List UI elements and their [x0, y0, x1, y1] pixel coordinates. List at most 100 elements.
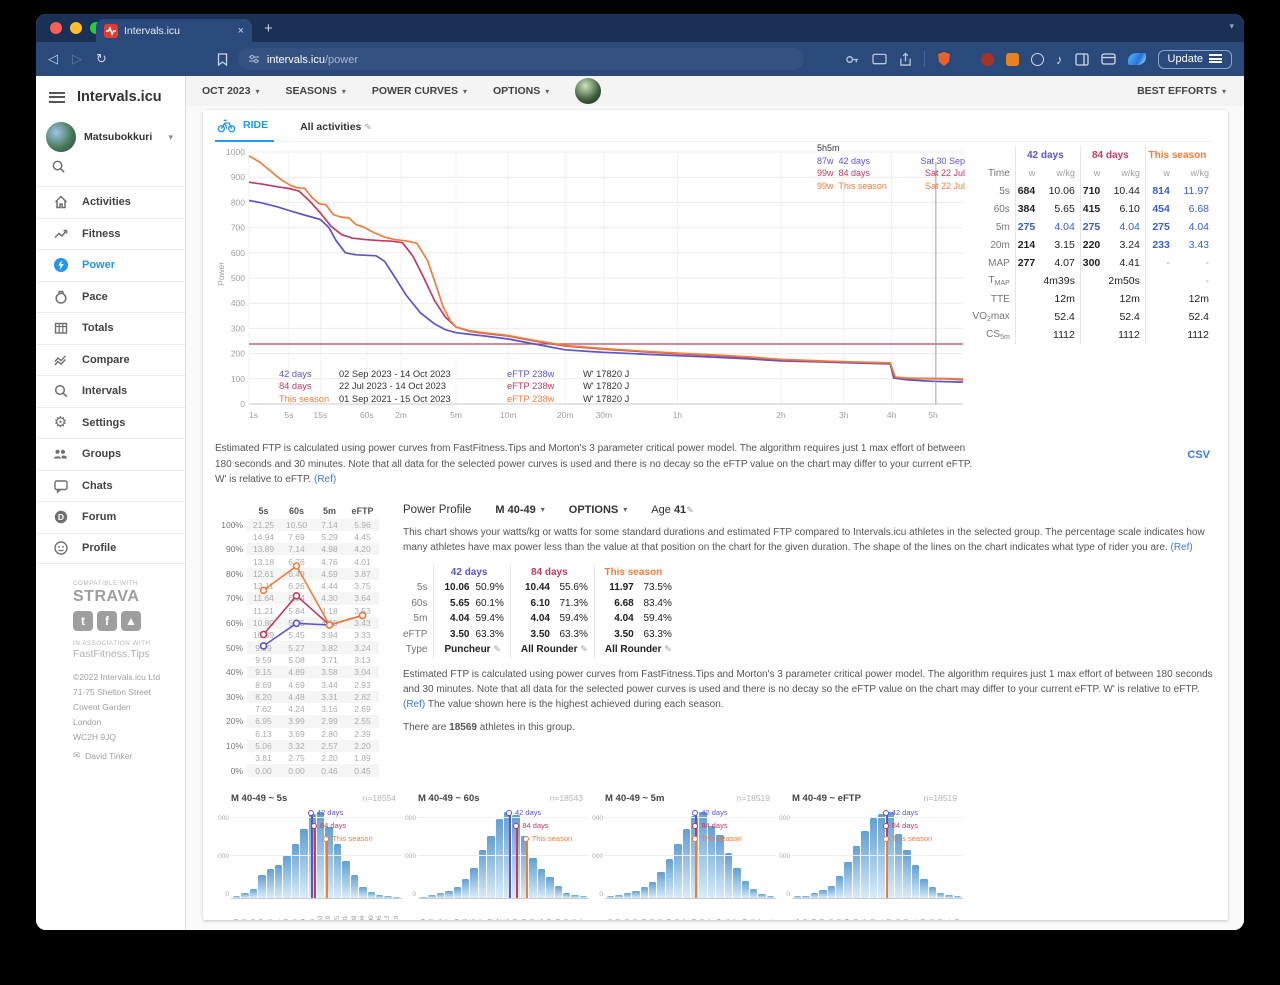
ref-link[interactable]: (Ref): [1171, 542, 1193, 553]
svg-text:20m: 20m: [557, 410, 574, 420]
new-tab-button[interactable]: +: [264, 20, 273, 37]
twitter-icon[interactable]: t: [73, 611, 93, 631]
contact-name[interactable]: David Tinker: [85, 751, 132, 761]
search-icon: [52, 383, 69, 399]
marker-line: [509, 815, 511, 898]
rewards-feather-icon[interactable]: [1128, 53, 1146, 65]
histogram-bar: [912, 865, 919, 898]
address-line: Covent Garden: [73, 700, 179, 715]
browser-titlebar: Intervals.icu × + ▾: [36, 14, 1244, 42]
power-curves-dropdown[interactable]: POWER CURVES▾: [372, 85, 467, 97]
tab-search-caret-icon[interactable]: ▾: [1229, 21, 1234, 32]
password-key-icon[interactable]: [845, 52, 860, 67]
sidebar-item-totals[interactable]: Totals: [36, 312, 185, 344]
extension-ghost-icon[interactable]: [1031, 53, 1044, 66]
sidebar-toggle-icon[interactable]: [1075, 53, 1089, 66]
marker-label: 42 days: [701, 808, 727, 817]
minimize-window-button[interactable]: [70, 22, 82, 34]
sidebar-item-power[interactable]: Power: [36, 249, 185, 281]
rider-type[interactable]: All Rounder ✎: [594, 642, 678, 658]
sidebar-item-compare[interactable]: Compare: [36, 344, 185, 376]
histogram-bar: [384, 896, 391, 898]
table-row: TypePuncheur ✎All Rounder ✎All Rounder ✎: [403, 642, 678, 658]
sidebar-item-settings[interactable]: ⚙Settings: [36, 407, 185, 439]
fastfitness-link[interactable]: FastFitness.Tips: [73, 648, 179, 660]
update-button[interactable]: Update: [1158, 50, 1232, 69]
histogram-bar: [454, 887, 461, 898]
grid-icon: [52, 320, 69, 336]
pencil-icon: ✎: [364, 122, 372, 132]
people-icon: [52, 446, 69, 462]
site-settings-icon[interactable]: [248, 53, 260, 65]
sidebar-item-intervals[interactable]: Intervals: [36, 375, 185, 407]
sidebar-menu-icon[interactable]: [49, 92, 65, 103]
cast-icon[interactable]: [872, 53, 887, 66]
marker-label: 84 days: [701, 821, 727, 830]
chevron-down-icon: ▾: [463, 87, 467, 96]
app-title[interactable]: Intervals.icu: [77, 89, 162, 105]
strava-icon[interactable]: ▲: [121, 611, 141, 631]
svg-text:15s: 15s: [314, 410, 328, 420]
brave-shield-icon[interactable]: [937, 51, 951, 67]
user-switcher[interactable]: Matsubokkuri ▾: [36, 116, 185, 154]
svg-text:5h: 5h: [928, 410, 938, 420]
sidebar-item-fitness[interactable]: Fitness: [36, 218, 185, 250]
back-button[interactable]: ◁: [48, 51, 58, 67]
table-row: 60s5.6560.1%6.1071.3%6.6883.4%: [403, 596, 678, 612]
csv-link[interactable]: CSV: [1187, 441, 1214, 488]
month-dropdown[interactable]: OCT 2023▾: [202, 85, 259, 97]
table-row: TTE12m12m12m: [969, 290, 1214, 308]
profile-avatar[interactable]: [575, 78, 601, 104]
age-field[interactable]: Age 41✎: [651, 504, 693, 516]
rider-type[interactable]: All Rounder ✎: [510, 642, 594, 658]
group-dropdown[interactable]: M 40-49▾: [495, 504, 544, 516]
histogram-bar: [811, 893, 818, 898]
bookmark-icon[interactable]: [217, 53, 228, 66]
browser-menu-icon[interactable]: [1209, 54, 1222, 63]
rider-type[interactable]: Puncheur ✎: [434, 642, 510, 658]
marker-label: This season: [892, 834, 932, 843]
forward-button[interactable]: ▷: [72, 51, 82, 67]
facebook-icon[interactable]: f: [97, 611, 117, 631]
histogram-bar: [666, 859, 673, 898]
browser-toolbar: ◁ ▷ ↻ intervals.icu/power ♪ Update: [36, 42, 1244, 76]
tab-ride[interactable]: RIDE: [215, 117, 274, 142]
reload-button[interactable]: ↻: [96, 51, 107, 67]
sidebar-item-groups[interactable]: Groups: [36, 438, 185, 470]
ref-link[interactable]: (Ref): [403, 699, 425, 710]
seasons-dropdown[interactable]: SEASONS▾: [285, 85, 345, 97]
email-icon: ✉: [73, 750, 80, 761]
histogram-bar: [529, 858, 536, 898]
histogram-title: M 40-49 ~ 60s: [418, 793, 480, 804]
sidebar-item-chats[interactable]: Chats: [36, 470, 185, 502]
power-curve-chart[interactable]: 010020030040050060070080090010001s5s15s6…: [215, 146, 967, 435]
forum-icon: D: [52, 509, 69, 525]
url-bar[interactable]: intervals.icu/power: [238, 48, 804, 70]
tab-close-icon[interactable]: ×: [238, 25, 244, 37]
browser-tab[interactable]: Intervals.icu ×: [96, 19, 252, 42]
power-profile-chart[interactable]: 5s60s5meFTP100%21.2510.507.145.9614.947.…: [215, 504, 385, 777]
sidebar-search[interactable]: [36, 154, 185, 186]
sidebar-item-forum[interactable]: DForum: [36, 501, 185, 533]
sidebar-item-activities[interactable]: Activities: [36, 186, 185, 218]
extension-icon[interactable]: [981, 53, 994, 66]
ref-link[interactable]: (Ref): [314, 474, 336, 485]
share-icon[interactable]: [899, 52, 912, 67]
histogram-bar: [376, 895, 383, 898]
histogram-bar: [716, 835, 723, 898]
profile-options-dropdown[interactable]: OPTIONS▾: [569, 504, 628, 516]
close-window-button[interactable]: [50, 22, 62, 34]
histogram: M 40-49 ~ 5sn=1855442 days84 daysThis se…: [215, 791, 402, 920]
wallet-icon[interactable]: [1101, 53, 1116, 65]
sidebar-item-pace[interactable]: Pace: [36, 281, 185, 313]
histogram-bar: [437, 893, 444, 897]
sidebar-item-profile[interactable]: Profile: [36, 533, 185, 565]
options-dropdown[interactable]: OPTIONS▾: [493, 85, 549, 97]
best-efforts-dropdown[interactable]: BEST EFFORTS▾: [1137, 85, 1226, 97]
metamask-extension-icon[interactable]: [1006, 53, 1019, 66]
histogram-bar: [479, 850, 486, 897]
music-extension-icon[interactable]: ♪: [1056, 52, 1063, 67]
activity-filter[interactable]: All activities ✎: [300, 121, 372, 141]
histogram-bar: [937, 893, 944, 898]
svg-text:300: 300: [231, 323, 245, 333]
